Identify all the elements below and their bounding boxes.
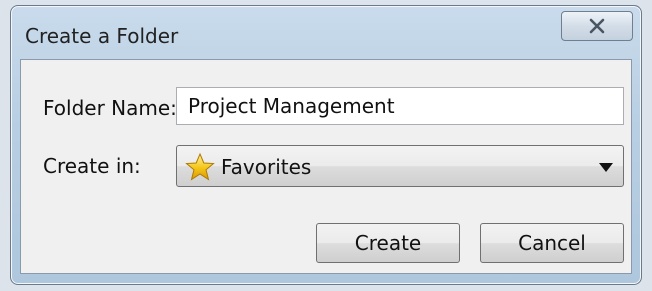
dialog-title: Create a Folder [25, 24, 179, 48]
create-in-selected-value: Favorites [221, 155, 312, 179]
chevron-down-icon [599, 163, 613, 172]
star-icon [185, 152, 215, 181]
create-in-label: Create in: [43, 154, 141, 178]
cancel-button[interactable]: Cancel [480, 223, 624, 263]
create-folder-dialog: Create a Folder Folder Name: Project Man… [10, 5, 642, 285]
folder-name-label: Folder Name: [43, 96, 177, 120]
create-button[interactable]: Create [316, 223, 460, 263]
close-icon [589, 18, 605, 34]
folder-name-input[interactable]: Project Management [176, 87, 624, 125]
create-in-dropdown[interactable]: Favorites [176, 145, 624, 187]
close-button[interactable] [561, 11, 633, 41]
title-bar[interactable]: Create a Folder [11, 6, 641, 58]
dialog-body: Folder Name: Project Management Create i… [20, 59, 632, 274]
